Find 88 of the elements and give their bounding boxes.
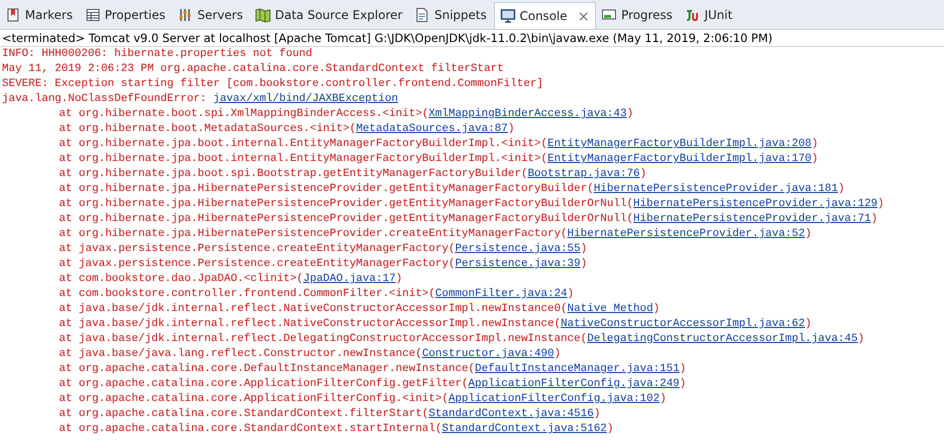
view-tab[interactable]: Console: [494, 2, 596, 29]
log-text: ): [858, 333, 864, 345]
log-text: at java.base/jdk.internal.reflect.NativeConstructorAccessorImpl.newInstance(: [59, 318, 561, 330]
log-text: May 11, 2019 2:06:23 PM org.apache.catalina.core.StandardContext filterStart: [2, 63, 504, 75]
view-tab[interactable]: Data Source Explorer: [250, 0, 410, 29]
source-link[interactable]: ApplicationFilterConfig.java:102: [448, 393, 660, 405]
log-text: at com.bookstore.controller.frontend.CommonFilter.<init>(: [59, 288, 436, 300]
view-tab[interactable]: Servers: [172, 0, 250, 29]
log-text: at javax.persistence.Persistence.createEntityManagerFactory(: [59, 243, 456, 255]
log-text: ): [838, 183, 845, 195]
log-text: ): [804, 318, 812, 330]
view-tab[interactable]: Properties: [80, 0, 172, 29]
source-link[interactable]: Bootstrap.java:76: [528, 168, 640, 180]
log-text: at org.hibernate.jpa.boot.spi.Bootstrap.getEntityManagerFactoryBuilder(: [59, 168, 528, 180]
log-text: ): [812, 138, 818, 150]
log-text: at java.base/jdk.internal.reflect.NativeConstructorAccessorImpl.newInstance0(: [59, 303, 568, 315]
log-text: INFO: HHH000206: hibernate.properties not found: [2, 48, 312, 60]
source-link[interactable]: StandardContext.java:4516: [428, 408, 594, 420]
log-text: at org.apache.catalina.core.DefaultInstanceManager.newInstance(: [59, 363, 475, 375]
log-text: ): [804, 228, 812, 240]
log-text: ): [878, 198, 884, 210]
sliders-icon: [177, 6, 194, 22]
source-link[interactable]: DelegatingConstructorAccessorImpl.java:45: [587, 333, 858, 345]
log-text: ): [580, 243, 588, 255]
source-link[interactable]: NativeConstructorAccessorImpl.java:62: [560, 318, 805, 330]
source-link[interactable]: StandardContext.java:5162: [442, 423, 607, 435]
close-icon[interactable]: [579, 12, 588, 20]
log-text: at org.apache.catalina.core.ApplicationFilterConfig.getFilter(: [59, 378, 468, 390]
log-text: at org.hibernate.boot.spi.XmlMappingBinderAccess.<init>(: [59, 108, 429, 120]
source-link[interactable]: HibernatePersistenceProvider.java:52: [567, 228, 805, 240]
log-text: at java.base/java.lang.reflect.Constructor.newInstance(: [59, 348, 422, 360]
source-link[interactable]: EntityManagerFactoryBuilderImpl.java:170: [547, 153, 812, 165]
source-link[interactable]: javax/xml/bind/JAXBException: [213, 93, 398, 105]
view-tab[interactable]: Snippets: [409, 0, 494, 29]
log-text: ): [554, 348, 561, 360]
console-header: <terminated> Tomcat v9.0 Server at localhost [Apache Tomcat] G:\JDK\OpenJDK\jdk-11.0.2\bin\javaw.exe (May 11, 2019, 2:06:10 PM): [0, 30, 944, 47]
source-link[interactable]: Persistence.java:39: [455, 258, 580, 270]
map-icon: [255, 6, 271, 22]
source-link[interactable]: HibernatePersistenceProvider.java:181: [594, 183, 838, 195]
source-link[interactable]: XmlMappingBinderAccess.java:43: [428, 108, 627, 120]
log-text: at org.hibernate.jpa.HibernatePersistenceProvider.getEntityManagerFactoryBuilderOrNull(: [59, 213, 634, 225]
log-text: at javax.persistence.Persistence.createEntityManagerFactory(: [59, 258, 456, 270]
log-text: ): [660, 393, 666, 405]
source-link[interactable]: HibernatePersistenceProvider.java:129: [633, 198, 878, 210]
log-text: ): [680, 378, 686, 390]
log-text: at org.hibernate.jpa.HibernatePersistenceProvider.createEntityManagerFactory(: [59, 228, 568, 240]
document-icon: [414, 6, 430, 22]
source-link[interactable]: JpaDAO.java:17: [303, 273, 396, 285]
log-text: ): [626, 108, 634, 120]
log-text: at org.apache.catalina.core.ApplicationFilterConfig.<init>(: [59, 393, 448, 405]
log-text: at org.hibernate.jpa.boot.internal.EntityManagerFactoryBuilderImpl.<init>(: [59, 138, 548, 150]
log-text: at org.hibernate.jpa.HibernatePersistenceProvider.getEntityManagerFactoryBuilderOrNull(: [59, 198, 634, 210]
log-text: at org.hibernate.jpa.HibernatePersistenceProvider.getEntityManagerFactoryBuilder(: [59, 183, 594, 195]
log-text: ): [508, 123, 514, 135]
log-text: ): [396, 273, 402, 285]
monitor-icon: [500, 8, 516, 24]
source-link[interactable]: Persistence.java:55: [455, 243, 580, 255]
source-link[interactable]: DefaultInstanceManager.java:151: [474, 363, 680, 375]
source-link[interactable]: CommonFilter.java:24: [435, 288, 568, 300]
log-text: ): [594, 408, 600, 420]
source-link[interactable]: MetadataSources.java:87: [356, 123, 508, 135]
source-link[interactable]: HibernatePersistenceProvider.java:71: [633, 213, 871, 225]
log-text: at com.bookstore.dao.JpaDAO.<clinit>(: [59, 273, 304, 285]
log-text: at org.hibernate.boot.MetadataSources.<init>(: [59, 123, 356, 135]
source-link[interactable]: EntityManagerFactoryBuilderImpl.java:208: [547, 138, 812, 150]
source-link[interactable]: Constructor.java:490: [422, 348, 554, 360]
log-text: at org.apache.catalina.core.StandardContext.filterStart(: [59, 408, 429, 420]
log-text: java.lang.NoClassDefFoundError:: [2, 93, 208, 105]
log-text: at org.apache.catalina.core.StandardContext.startInternal(: [59, 423, 442, 435]
view-tab[interactable]: Markers: [0, 0, 80, 29]
view-tab[interactable]: Progress: [596, 0, 680, 29]
source-link[interactable]: ApplicationFilterConfig.java:249: [468, 378, 680, 390]
log-text: at org.hibernate.jpa.boot.internal.EntityManagerFactoryBuilderImpl.<init>(: [59, 153, 548, 165]
view-tab[interactable]: JUnit: [679, 0, 740, 29]
log-text: ): [680, 363, 686, 375]
table-icon: [84, 6, 101, 22]
progress-icon: [601, 6, 618, 22]
log-text: at java.base/jdk.internal.reflect.DelegatingConstructorAccessorImpl.newInstance(: [59, 333, 588, 345]
log-text: ): [653, 303, 660, 315]
log-text: ): [640, 168, 647, 180]
log-text: ): [812, 153, 818, 165]
log-text: ): [870, 213, 878, 225]
log-text: ): [580, 258, 588, 270]
log-text: SEVERE: Exception starting filter [com.bookstore.controller.frontend.CommonFilter]: [2, 78, 544, 90]
source-link[interactable]: Native Method: [567, 303, 654, 315]
log-text: ): [567, 288, 574, 300]
bookmark-icon: [5, 6, 21, 22]
log-text: ): [606, 423, 614, 435]
